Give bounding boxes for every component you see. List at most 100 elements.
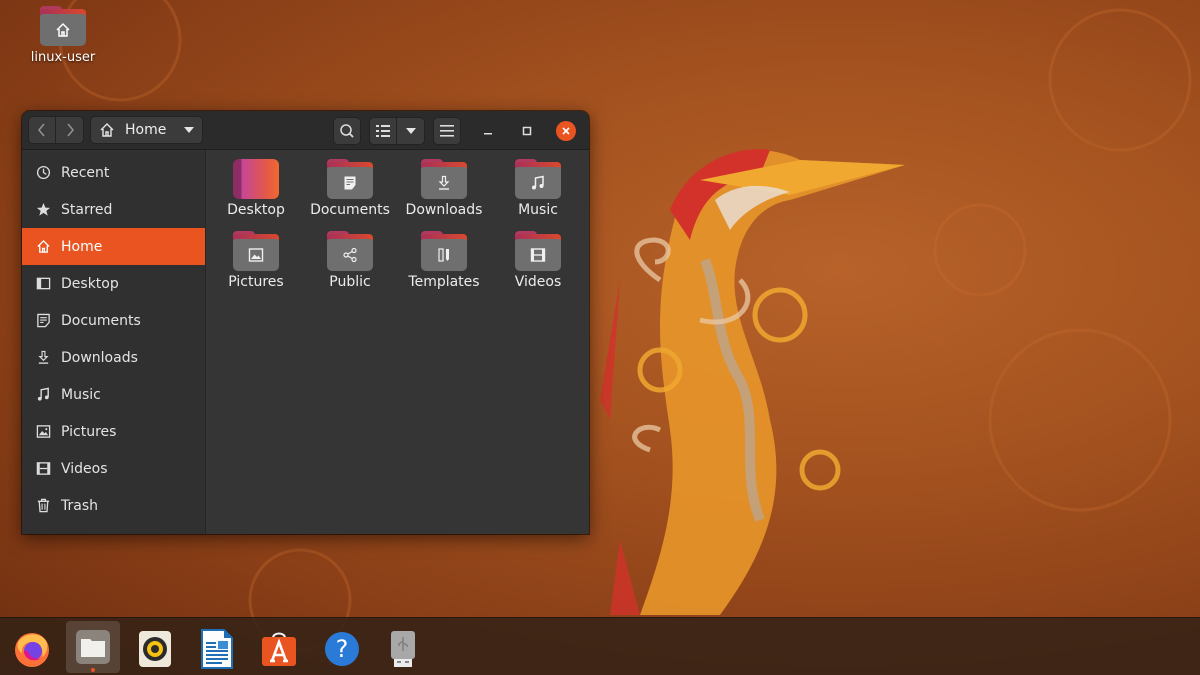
file-label: Documents [310,202,390,218]
home-folder-icon [40,6,86,46]
back-button[interactable] [28,116,56,144]
rhythmbox-icon [139,631,171,667]
running-indicator [91,668,95,672]
caret-down-icon [184,127,194,133]
pictures-folder-icon [233,231,279,271]
dock-app-help[interactable]: ? [315,622,369,675]
sidebar-item-trash[interactable]: Trash [22,487,205,524]
music-icon [35,387,51,403]
sidebar-item-label: Documents [61,312,141,329]
path-label: Home [125,122,167,138]
trash-icon [35,498,51,514]
sidebar-item-label: Trash [61,497,98,514]
chevron-left-icon [38,123,45,137]
desktop-icon-label: linux-user [30,50,96,65]
file-item-pictures[interactable]: Pictures [209,231,303,303]
caret-down-icon [405,127,416,134]
documents-folder-icon [327,159,373,199]
file-label: Templates [408,274,480,290]
forward-button[interactable] [56,116,84,144]
minimize-button[interactable] [475,118,501,144]
desktop-folder-icon [233,159,279,199]
search-icon [340,123,354,138]
file-item-downloads[interactable]: Downloads [397,159,491,231]
file-item-music[interactable]: Music [491,159,585,231]
sidebar-item-label: Videos [61,460,108,477]
file-label: Pictures [228,274,284,290]
file-view: Desktop Documents Downloads Music Pictur… [206,150,589,534]
dock-app-software[interactable] [252,622,306,675]
dock-app-files[interactable] [66,621,120,673]
close-button[interactable] [556,120,576,141]
hamburger-menu-icon [440,124,454,137]
music-folder-icon [515,159,561,199]
sidebar-item-label: Home [61,238,103,255]
public-folder-icon [327,231,373,271]
search-button[interactable] [333,116,361,145]
sidebar-item-label: Starred [61,201,113,218]
home-icon [35,239,51,255]
list-view-button[interactable] [369,116,397,145]
svg-text:?: ? [336,635,349,663]
sidebar-item-desktop[interactable]: Desktop [22,265,205,302]
dock-app-firefox[interactable] [5,622,59,675]
sidebar-item-downloads[interactable]: Downloads [22,339,205,376]
file-label: Videos [514,274,562,290]
file-item-documents[interactable]: Documents [303,159,397,231]
document-icon [35,313,51,329]
sidebar-item-label: Desktop [61,275,119,292]
software-icon [262,632,296,666]
dock-app-rhythmbox[interactable] [128,622,182,675]
sidebar-item-label: Pictures [61,423,117,440]
file-label: Desktop [227,202,285,218]
picture-icon [35,424,51,440]
desktop-icon-home[interactable]: linux-user [28,6,98,65]
minimize-icon [484,132,492,134]
maximize-button[interactable] [514,118,540,144]
sidebar: Recent Starred Home Desktop Documents Do… [22,150,206,534]
sidebar-item-label: Music [61,386,101,403]
video-icon [35,461,51,477]
sidebar-item-starred[interactable]: Starred [22,191,205,228]
sidebar-item-label: Downloads [61,349,138,366]
maximize-icon [522,126,532,135]
file-label: Music [518,202,558,218]
templates-folder-icon [421,231,467,271]
videos-folder-icon [515,231,561,271]
help-icon: ? [325,632,359,666]
usb-drive-icon [391,631,415,667]
sidebar-item-label: Recent [61,164,110,181]
dock-app-writer[interactable] [190,622,244,675]
home-icon [100,123,114,137]
path-bar-home[interactable]: Home [90,116,203,144]
sidebar-item-documents[interactable]: Documents [22,302,205,339]
files-icon [76,630,110,664]
file-item-templates[interactable]: Templates [397,231,491,303]
sidebar-item-recent[interactable]: Recent [22,154,205,191]
download-icon [35,350,51,366]
file-item-desktop[interactable]: Desktop [209,159,303,231]
desktop-icon [35,276,51,292]
file-label: Public [329,274,371,290]
file-label: Downloads [405,202,483,218]
chevron-right-icon [66,123,74,137]
view-options-button[interactable] [397,116,425,145]
header-bar: Home [22,111,589,150]
sidebar-item-pictures[interactable]: Pictures [22,413,205,450]
downloads-folder-icon [421,159,467,199]
dock-usb-drive[interactable] [376,622,430,675]
clock-icon [35,165,51,181]
sidebar-item-home[interactable]: Home [22,228,205,265]
file-item-videos[interactable]: Videos [491,231,585,303]
dock: ? [0,617,1200,675]
firefox-icon [15,633,49,667]
sidebar-item-videos[interactable]: Videos [22,450,205,487]
star-icon [35,202,51,218]
file-manager-window: Home Recent Starred Home Desktop Documen… [22,111,589,534]
list-view-icon [376,124,390,137]
close-icon [562,126,570,135]
menu-button[interactable] [433,116,461,145]
file-item-public[interactable]: Public [303,231,397,303]
writer-icon [201,629,233,669]
sidebar-item-music[interactable]: Music [22,376,205,413]
